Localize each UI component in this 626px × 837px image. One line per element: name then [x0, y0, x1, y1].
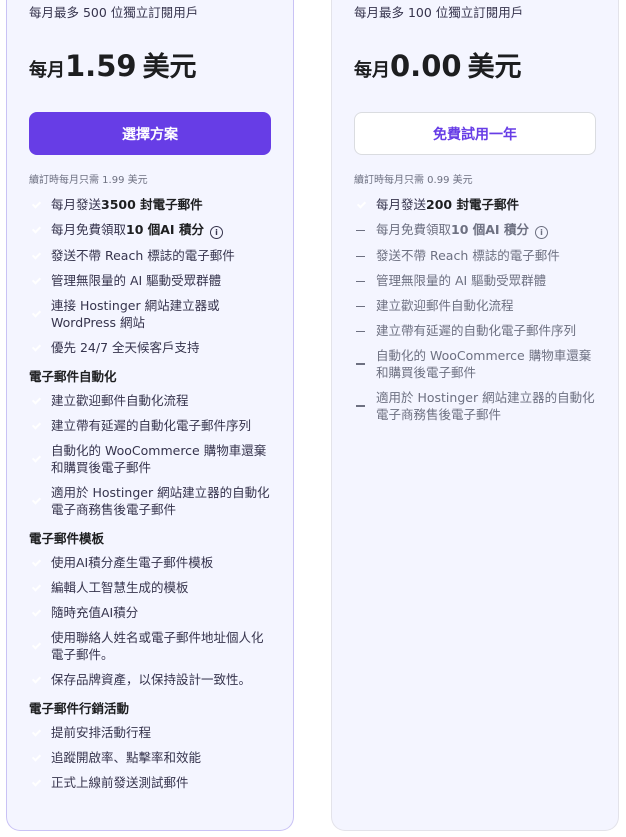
price-prefix: 每月 [354, 60, 390, 81]
feature-text: 使用聯絡人姓名或電子郵件地址個人化電子郵件。 [51, 630, 264, 662]
free-trial-button[interactable]: 免費試用一年 [354, 112, 596, 155]
feature-text: 建立帶有延遲的自動化電子郵件序列 [51, 418, 252, 433]
feature-text: 建立帶有延遲的自動化電子郵件序列 [376, 323, 577, 338]
plan-subtitle: 每月最多 500 位獨立訂閱用戶 [29, 5, 199, 20]
automation-list: 建立歡迎郵件自動化流程 建立帶有延遲的自動化電子郵件序列 自動化的 WooCom… [29, 392, 271, 518]
feature-bold: 200 封電子郵件 [426, 197, 519, 212]
feature-item: 連接 Hostinger 網站建立器或 WordPress 網站 [29, 297, 271, 331]
feature-item: 建立帶有延遲的自動化電子郵件序列 [29, 417, 271, 434]
dash-icon [356, 280, 365, 282]
feature-text: 使用AI積分產生電子郵件模板 [51, 555, 214, 570]
feature-item: 優先 24/7 全天候客戶支持 [29, 339, 271, 356]
feature-item: 建立歡迎郵件自動化流程 [29, 392, 271, 409]
feature-text: 自動化的 WooCommerce 購物車還棄和購買後電子郵件 [51, 443, 267, 475]
feature-item: 使用AI積分產生電子郵件模板 [29, 554, 271, 571]
feature-bold: 3500 封電子郵件 [101, 197, 203, 212]
feature-item: 管理無限量的 AI 驅動受眾群體 [29, 272, 271, 289]
feature-text: 每月免費領取 [51, 222, 127, 237]
feature-text: 提前安排活動行程 [51, 725, 152, 740]
feature-list: 每月發送200 封電子郵件 每月免費領取10 個AI 積分 i 發送不帶 Reac… [354, 196, 596, 423]
plan-subtitle: 每月最多 100 位獨立訂閱用戶 [354, 5, 524, 20]
feature-item: 追蹤開啟率、點擊率和效能 [29, 749, 271, 766]
feature-text: 每月發送 [376, 197, 427, 212]
dash-icon [356, 405, 365, 407]
price-unit: 美元 [467, 52, 522, 83]
feature-text: 追蹤開啟率、點擊率和效能 [51, 750, 202, 765]
renewal-note: 續訂時每月只需 0.99 美元 [354, 175, 473, 186]
plan-price: 每月 1.59 美元 [29, 45, 271, 85]
dash-icon [356, 229, 365, 231]
dash-icon [356, 330, 365, 332]
feature-text: 發送不帶 Reach 標誌的電子郵件 [376, 248, 560, 263]
renewal-note: 續訂時每月只需 1.99 美元 [29, 175, 148, 186]
price-amount: 1.59 [65, 49, 137, 83]
feature-item: 隨時充值AI積分 [29, 604, 271, 621]
feature-text: 管理無限量的 AI 驅動受眾群體 [376, 273, 547, 288]
feature-text: 保存品牌資產，以保持設計一致性。 [51, 672, 252, 687]
feature-text: 建立歡迎郵件自動化流程 [376, 298, 514, 313]
feature-item: 使用聯絡人姓名或電子郵件地址個人化電子郵件。 [29, 629, 271, 663]
feature-item-excluded: 每月免費領取10 個AI 積分 i [354, 221, 596, 239]
templates-list: 使用AI積分產生電子郵件模板 編輯人工智慧生成的模板 隨時充值AI積分 使用聯絡… [29, 554, 271, 688]
feature-item-excluded: 發送不帶 Reach 標誌的電子郵件 [354, 247, 596, 264]
price-unit: 美元 [142, 52, 197, 83]
section-title-campaigns: 電子郵件行銷活動 [29, 701, 130, 716]
feature-item: 發送不帶 Reach 標誌的電子郵件 [29, 247, 271, 264]
feature-text: 正式上線前發送測試郵件 [51, 775, 189, 790]
feature-list: 每月發送3500 封電子郵件 每月免費領取10 個AI 積分 i 發送不帶 Rea… [29, 196, 271, 356]
section-title-automation: 電子郵件自動化 [29, 369, 117, 384]
feature-text: 隨時充值AI積分 [51, 605, 139, 620]
dash-icon [356, 255, 365, 257]
dash-icon [356, 363, 365, 365]
info-icon[interactable]: i [534, 226, 548, 239]
dash-icon [356, 305, 365, 307]
feature-item: 自動化的 WooCommerce 購物車還棄和購買後電子郵件 [29, 442, 271, 476]
feature-text: 每月免費領取 [376, 222, 452, 237]
feature-text: 管理無限量的 AI 驅動受眾群體 [51, 273, 222, 288]
feature-item: 編輯人工智慧生成的模板 [29, 579, 271, 596]
feature-text: 優先 24/7 全天候客戶支持 [51, 340, 200, 355]
feature-item: 每月發送3500 封電子郵件 [29, 196, 271, 213]
feature-text: 建立歡迎郵件自動化流程 [51, 393, 189, 408]
feature-text: 連接 Hostinger 網站建立器或 WordPress 網站 [51, 298, 220, 330]
feature-item-excluded: 建立歡迎郵件自動化流程 [354, 297, 596, 314]
info-icon[interactable]: i [209, 226, 223, 239]
plan-card-free: 每月最多 100 位獨立訂閱用戶 每月 0.00 美元 免費試用一年 續訂時每月… [331, 0, 619, 831]
feature-item: 每月免費領取10 個AI 積分 i [29, 221, 271, 239]
feature-text: 編輯人工智慧生成的模板 [51, 580, 189, 595]
choose-plan-button[interactable]: 選擇方案 [29, 112, 271, 155]
feature-item: 提前安排活動行程 [29, 724, 271, 741]
section-title-templates: 電子郵件模板 [29, 531, 105, 546]
feature-bold: 10 個AI 積分 [451, 222, 529, 237]
feature-text: 自動化的 WooCommerce 購物車還棄和購買後電子郵件 [376, 348, 592, 380]
campaigns-list: 提前安排活動行程 追蹤開啟率、點擊率和效能 正式上線前發送測試郵件 [29, 724, 271, 791]
feature-text: 適用於 Hostinger 網站建立器的自動化電子商務售後電子郵件 [376, 390, 595, 422]
feature-item-excluded: 建立帶有延遲的自動化電子郵件序列 [354, 322, 596, 339]
feature-item-excluded: 自動化的 WooCommerce 購物車還棄和購買後電子郵件 [354, 347, 596, 381]
feature-item-excluded: 管理無限量的 AI 驅動受眾群體 [354, 272, 596, 289]
feature-text: 適用於 Hostinger 網站建立器的自動化電子商務售後電子郵件 [51, 485, 270, 517]
feature-text: 發送不帶 Reach 標誌的電子郵件 [51, 248, 235, 263]
feature-item: 保存品牌資產，以保持設計一致性。 [29, 671, 271, 688]
feature-item: 正式上線前發送測試郵件 [29, 774, 271, 791]
feature-bold: 10 個AI 積分 [126, 222, 204, 237]
feature-item: 每月發送200 封電子郵件 [354, 196, 596, 213]
feature-item: 適用於 Hostinger 網站建立器的自動化電子商務售後電子郵件 [29, 484, 271, 518]
price-amount: 0.00 [390, 49, 462, 83]
price-prefix: 每月 [29, 60, 65, 81]
feature-text: 每月發送 [51, 197, 102, 212]
plan-price: 每月 0.00 美元 [354, 45, 596, 85]
plan-card-premium: 每月最多 500 位獨立訂閱用戶 每月 1.59 美元 選擇方案 續訂時每月只需… [6, 0, 294, 831]
feature-item-excluded: 適用於 Hostinger 網站建立器的自動化電子商務售後電子郵件 [354, 389, 596, 423]
